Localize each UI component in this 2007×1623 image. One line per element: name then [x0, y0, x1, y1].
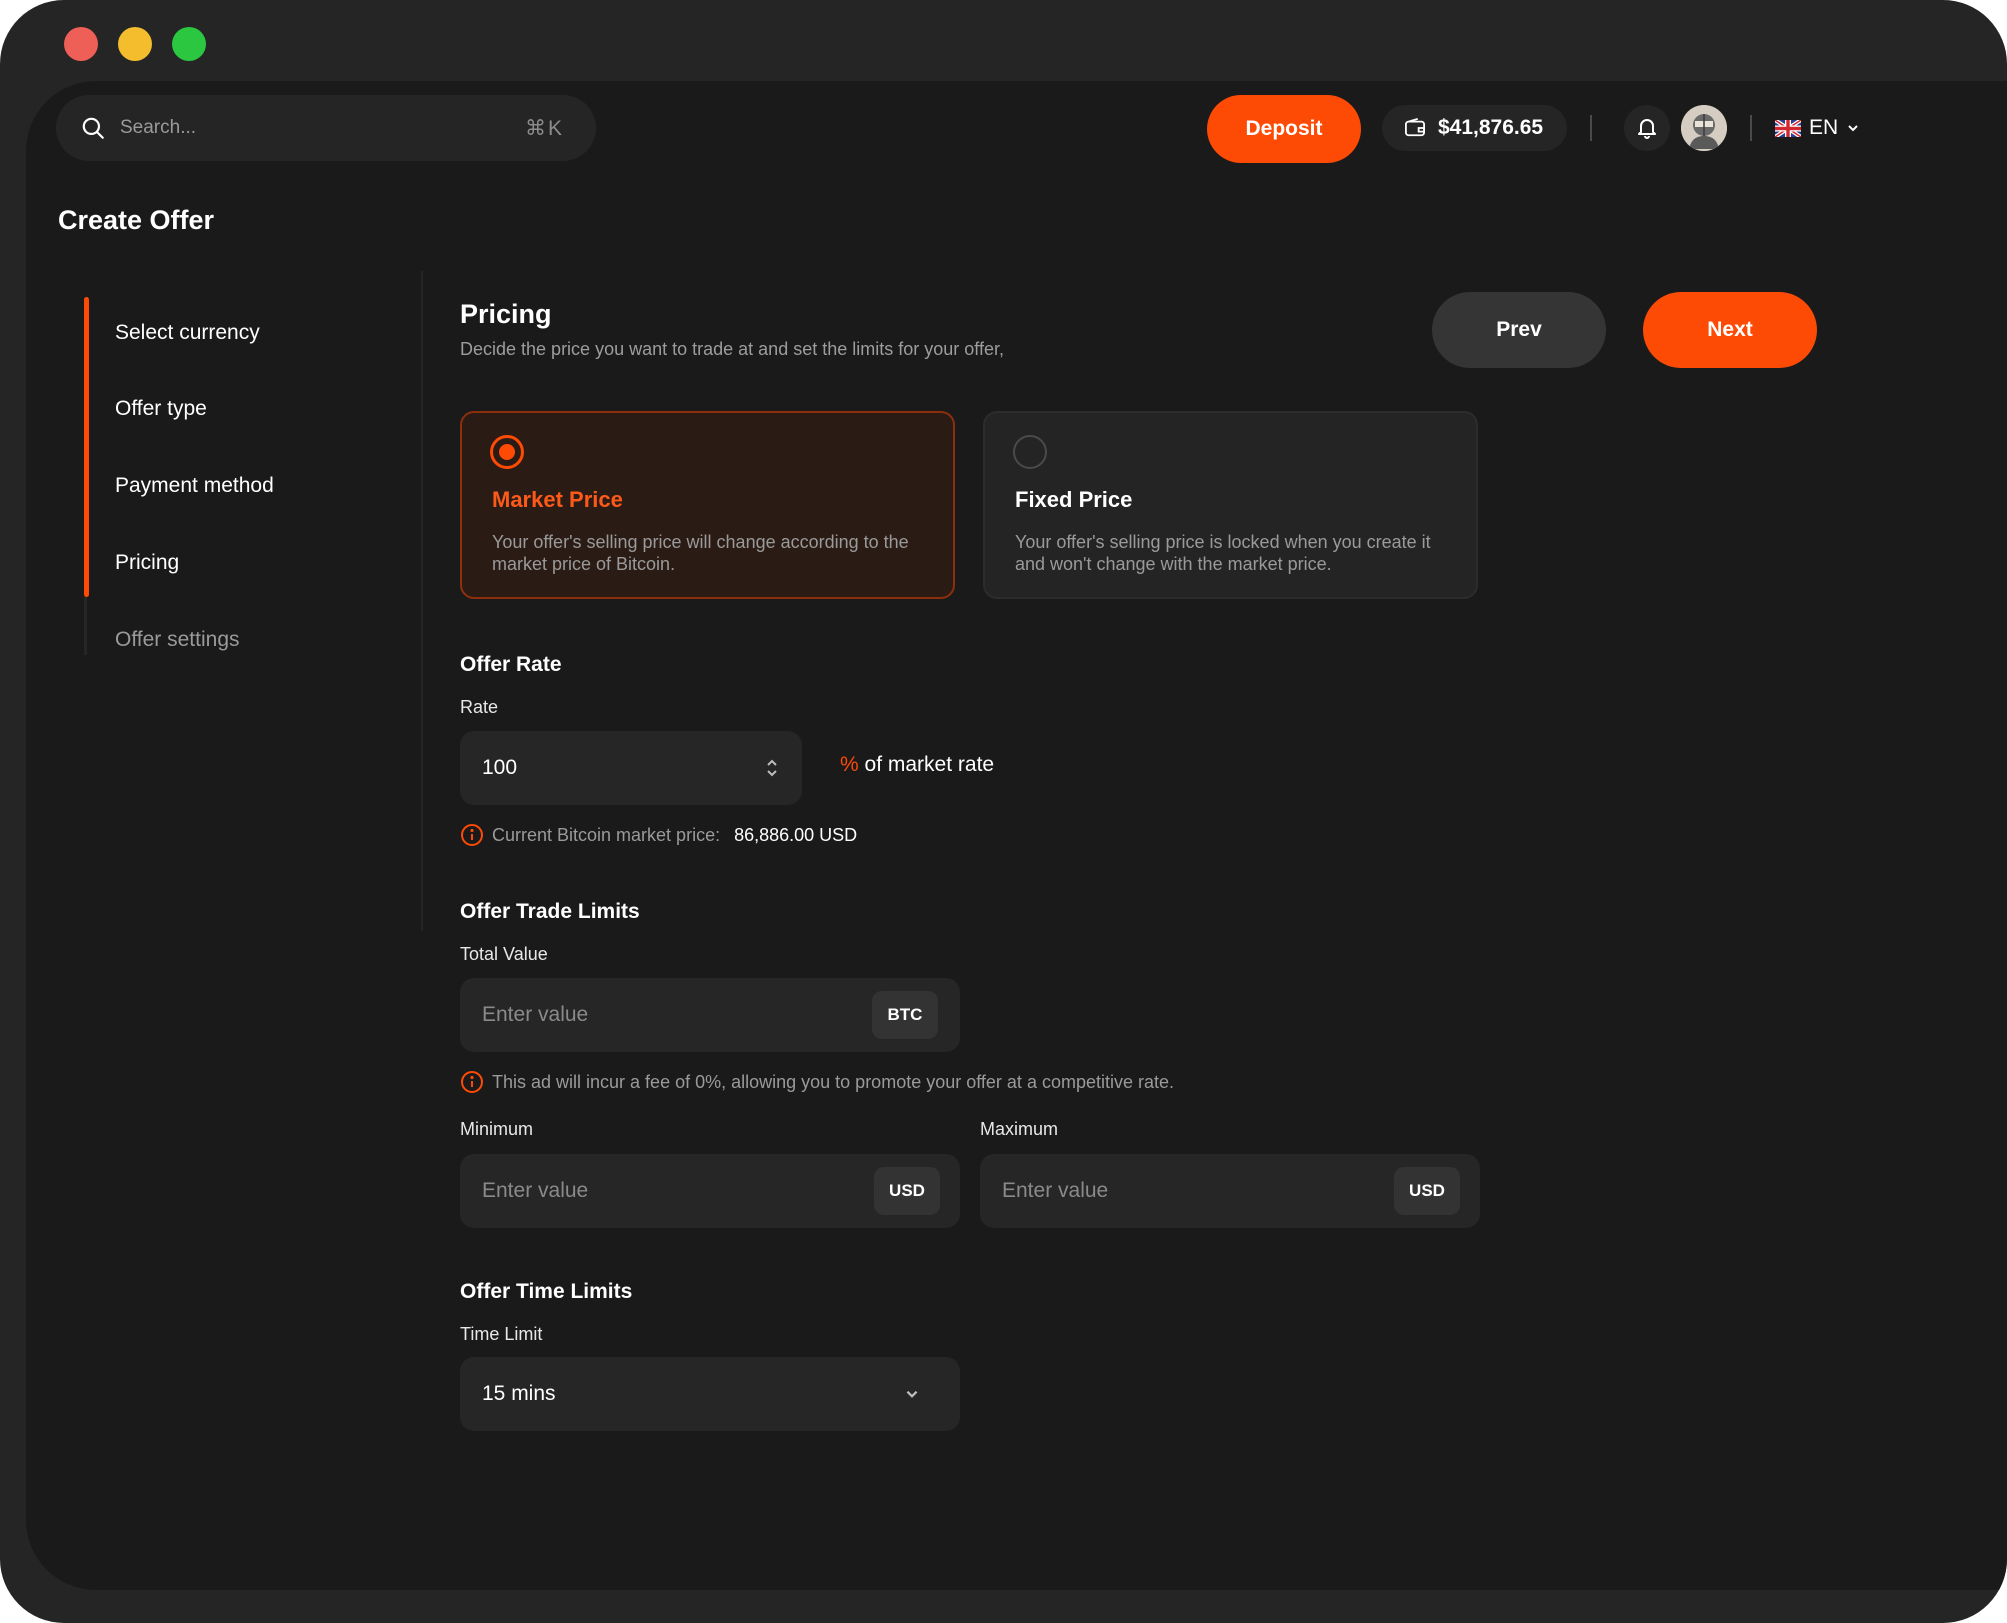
step-pricing[interactable]: Pricing: [115, 551, 179, 575]
fixed-price-radio[interactable]: [1013, 435, 1047, 469]
app-window: Search... ⌘K Deposit $41,876.65 EN Creat…: [0, 0, 2007, 1623]
deposit-button[interactable]: Deposit: [1207, 95, 1361, 163]
fixed-price-description: Your offer's selling price is locked whe…: [1015, 532, 1431, 574]
maximum-input[interactable]: Enter value: [1002, 1179, 1394, 1203]
balance-amount: $41,876.65: [1438, 116, 1544, 139]
page-title: Create Offer: [58, 205, 215, 235]
rate-suffix: % of market rate: [840, 753, 994, 777]
percent-symbol: %: [840, 753, 859, 776]
fixed-price-option[interactable]: Fixed Price Your offer's selling price i…: [983, 411, 1478, 599]
minimum-unit: USD: [874, 1167, 940, 1215]
chevron-down-icon: [1848, 125, 1858, 132]
minimum-input[interactable]: Enter value: [482, 1179, 874, 1203]
time-limit-select[interactable]: 15 mins: [460, 1357, 960, 1431]
rate-label: Rate: [460, 697, 499, 717]
step-payment-method[interactable]: Payment method: [115, 474, 274, 498]
time-limit-value: 15 mins: [482, 1382, 556, 1405]
info-icon: [461, 1071, 483, 1093]
steps-progress-track: [84, 597, 87, 655]
minimize-window-button[interactable]: [118, 27, 152, 61]
user-avatar[interactable]: [1681, 105, 1727, 151]
maximum-label: Maximum: [980, 1119, 1059, 1139]
fee-info: This ad will incur a fee of 0%, allowing…: [460, 1070, 1174, 1094]
minimum-field[interactable]: Enter value USD: [460, 1154, 960, 1228]
steps-progress-bar: [84, 297, 89, 597]
notifications-button[interactable]: [1624, 105, 1670, 151]
total-value-unit: BTC: [872, 991, 938, 1039]
rate-input[interactable]: 100: [482, 756, 764, 780]
market-price-title: Market Price: [492, 487, 623, 512]
uk-flag-icon: [1775, 119, 1801, 137]
step-select-currency[interactable]: Select currency: [115, 321, 260, 345]
total-value-field[interactable]: Enter value BTC: [460, 978, 960, 1052]
search-shortcut-hint: ⌘K: [524, 116, 564, 140]
app-screen: Search... ⌘K Deposit $41,876.65 EN Creat…: [26, 81, 2007, 1590]
market-price-value: 86,886.00 USD: [734, 824, 858, 845]
step-offer-type[interactable]: Offer type: [115, 397, 207, 421]
stepper-arrows-icon[interactable]: [764, 756, 780, 780]
fixed-price-title: Fixed Price: [1015, 487, 1133, 512]
wallet-balance[interactable]: $41,876.65: [1382, 105, 1567, 151]
window-controls: [64, 27, 206, 61]
market-price-label: Current Bitcoin market price:: [492, 824, 721, 845]
market-price-description: Your offer's selling price will change a…: [492, 532, 909, 574]
time-limit-label: Time Limit: [460, 1324, 543, 1344]
prev-button[interactable]: Prev: [1432, 292, 1606, 368]
sidebar-divider: [421, 271, 423, 931]
search-icon: [82, 117, 104, 139]
offer-rate-heading: Offer Rate: [460, 653, 562, 676]
maximum-field[interactable]: Enter value USD: [980, 1154, 1480, 1228]
topbar-divider-2: [1750, 115, 1752, 141]
search-input[interactable]: Search...: [120, 117, 525, 139]
bell-icon: [1638, 119, 1656, 139]
step-offer-settings[interactable]: Offer settings: [115, 628, 240, 652]
language-code: EN: [1809, 116, 1839, 139]
market-price-radio[interactable]: [490, 435, 524, 469]
trade-limits-heading: Offer Trade Limits: [460, 900, 640, 923]
section-subtitle: Decide the price you want to trade at an…: [460, 339, 1004, 359]
market-price-info: Current Bitcoin market price: 86,886.00 …: [460, 823, 857, 847]
rate-stepper[interactable]: 100: [460, 731, 802, 805]
maximize-window-button[interactable]: [172, 27, 206, 61]
wallet-icon: [1405, 118, 1425, 137]
maximum-unit: USD: [1394, 1167, 1460, 1215]
close-window-button[interactable]: [64, 27, 98, 61]
total-value-input[interactable]: Enter value: [482, 1003, 872, 1027]
search-bar[interactable]: Search... ⌘K: [56, 95, 596, 161]
time-limits-heading: Offer Time Limits: [460, 1280, 633, 1303]
rate-suffix-text: of market rate: [864, 753, 995, 776]
minimum-label: Minimum: [460, 1119, 534, 1139]
topbar-divider: [1590, 115, 1592, 141]
info-icon: [461, 824, 483, 846]
avatar-icon: [1681, 105, 1727, 151]
fee-note: This ad will incur a fee of 0%, allowing…: [492, 1071, 1175, 1092]
next-button[interactable]: Next: [1643, 292, 1817, 368]
language-selector[interactable]: EN: [1775, 111, 1860, 145]
market-price-option[interactable]: Market Price Your offer's selling price …: [460, 411, 955, 599]
total-value-label: Total Value: [460, 944, 548, 964]
chevron-down-icon: [906, 1390, 918, 1398]
section-title: Pricing: [460, 299, 552, 329]
